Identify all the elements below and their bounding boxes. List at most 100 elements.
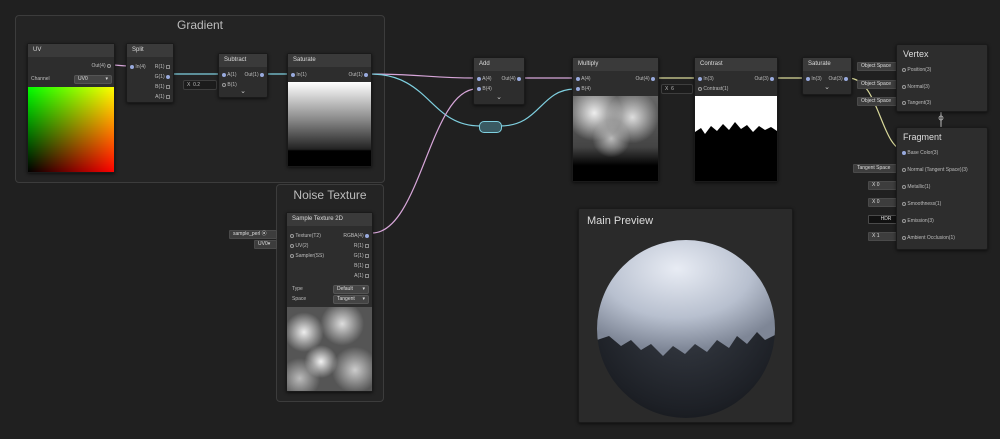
sample-rgba-port[interactable]: RGBA(4) <box>343 233 369 240</box>
fragment-metallic-port[interactable]: Metallic(1) <box>902 184 930 191</box>
port-square-icon[interactable] <box>365 273 369 278</box>
multiply-a-port[interactable]: A(4) <box>576 76 591 83</box>
saturate-node-2[interactable]: Saturate In(3) Out(3) ⌄ <box>802 57 852 95</box>
sample-uv-port[interactable]: UV(2) <box>290 243 308 250</box>
sample-b-port[interactable]: B(1) <box>354 263 369 270</box>
saturate2-in-port[interactable]: In(3) <box>806 76 822 83</box>
in-port-dot-icon[interactable] <box>902 235 906 240</box>
out-port-dot-icon[interactable] <box>364 72 368 77</box>
saturate2-out-port[interactable]: Out(3) <box>828 76 848 83</box>
texture-input-field[interactable]: sample_perl ⦿ <box>229 230 277 239</box>
in-port-dot-icon[interactable] <box>290 253 294 258</box>
out-port-dot-icon[interactable] <box>365 233 369 238</box>
port-square-icon[interactable] <box>166 94 170 99</box>
uv-out-port[interactable]: Out(4) <box>91 63 111 70</box>
subtract-out-port[interactable]: Out(1) <box>244 72 264 79</box>
uv-node[interactable]: UV Out(4) Channel UV0 ▾ <box>27 43 115 173</box>
in-port-dot-icon[interactable] <box>130 64 134 69</box>
subtract-node[interactable]: Subtract A(1) B(1) Out(1) ⌄ <box>218 53 268 98</box>
vertex-tangent-port[interactable]: Tangent(3) <box>902 100 931 107</box>
out-port-dot-icon[interactable] <box>260 72 264 77</box>
sample-texture-2d-node[interactable]: Sample Texture 2D Texture(T2) UV(2) Samp… <box>286 212 373 392</box>
sample-texture-port[interactable]: Texture(T2) <box>290 233 321 240</box>
multiply-out-port[interactable]: Out(4) <box>635 76 655 83</box>
in-port-dot-icon[interactable] <box>902 218 906 223</box>
fragment-emission-port[interactable]: Emission(3) <box>902 218 934 225</box>
main-preview-panel[interactable]: Main Preview <box>578 208 793 423</box>
split-node[interactable]: Split In(4) R(1) G(1) B(1) A(1) <box>126 43 174 103</box>
reroute-node[interactable] <box>479 121 502 133</box>
port-dot-icon[interactable] <box>166 74 170 79</box>
out-port-dot-icon[interactable] <box>844 76 848 81</box>
in-port-dot-icon[interactable] <box>902 167 906 172</box>
contrast-contrast-port[interactable]: Contrast(1) <box>698 86 728 93</box>
out-port-dot-icon[interactable] <box>107 63 111 68</box>
split-in-port[interactable]: In(4) <box>130 64 146 71</box>
sample-a-port[interactable]: A(1) <box>354 273 369 280</box>
preview-sphere[interactable] <box>597 240 775 418</box>
port-square-icon[interactable] <box>365 253 369 258</box>
contrast-value-field[interactable]: X 6 <box>661 84 693 94</box>
in-port-dot-icon[interactable] <box>222 82 226 87</box>
sample-r-port[interactable]: R(1) <box>354 243 369 250</box>
port-square-icon[interactable] <box>365 263 369 268</box>
in-port-dot-icon[interactable] <box>222 72 226 77</box>
in-port-dot-icon[interactable] <box>576 76 580 81</box>
in-port-dot-icon[interactable] <box>576 86 580 91</box>
in-port-dot-icon[interactable] <box>477 76 481 81</box>
add-out-port[interactable]: Out(4) <box>501 76 521 83</box>
out-port-dot-icon[interactable] <box>770 76 774 81</box>
fragment-normal-port[interactable]: Normal (Tangent Space)(3) <box>902 167 968 174</box>
subtract-b-field[interactable]: X 0.2 <box>183 80 217 90</box>
vertex-position-port[interactable]: Position(3) <box>902 67 931 74</box>
fragment-ao-port[interactable]: Ambient Occlusion(1) <box>902 235 955 242</box>
split-out-g[interactable]: G(1) <box>155 74 170 81</box>
in-port-dot-icon[interactable] <box>902 201 906 206</box>
port-square-icon[interactable] <box>166 64 170 69</box>
split-out-b[interactable]: B(1) <box>155 84 170 91</box>
fragment-basecolor-port[interactable]: Base Color(3) <box>902 150 938 157</box>
uv-channel-dropdown[interactable]: UV0 ▾ <box>74 75 112 84</box>
contrast-out-port[interactable]: Out(3) <box>754 76 774 83</box>
saturate1-in-port[interactable]: In(1) <box>291 72 307 79</box>
saturate-node-1[interactable]: Saturate In(1) Out(1) <box>287 53 372 167</box>
in-port-dot-icon[interactable] <box>290 243 294 248</box>
add-node[interactable]: Add A(4) B(4) Out(4) ⌄ <box>473 57 525 105</box>
multiply-node[interactable]: Multiply A(4) B(4) Out(4) <box>572 57 659 182</box>
split-out-r[interactable]: R(1) <box>155 64 170 71</box>
in-port-dot-icon[interactable] <box>291 72 295 77</box>
saturate1-out-port[interactable]: Out(1) <box>348 72 368 79</box>
chevron-down-icon[interactable]: ⌄ <box>236 87 250 95</box>
fragment-panel[interactable]: Fragment Base Color(3) Normal (Tangent S… <box>896 127 988 250</box>
in-port-dot-icon[interactable] <box>902 150 906 155</box>
port-square-icon[interactable] <box>166 84 170 89</box>
vertex-normal-port[interactable]: Normal(3) <box>902 84 930 91</box>
in-port-dot-icon[interactable] <box>902 84 906 89</box>
sample-g-port[interactable]: G(1) <box>354 253 369 260</box>
in-port-dot-icon[interactable] <box>806 76 810 81</box>
uv-input-field[interactable]: UV0▾ <box>254 240 277 249</box>
chevron-down-icon[interactable]: ⌄ <box>820 83 834 91</box>
out-port-dot-icon[interactable] <box>517 76 521 81</box>
contrast-node[interactable]: Contrast In(3) Contrast(1) Out(3) <box>694 57 778 182</box>
in-port-dot-icon[interactable] <box>902 184 906 189</box>
in-port-dot-icon[interactable] <box>902 67 906 72</box>
in-port-dot-icon[interactable] <box>902 100 906 105</box>
sample-type-dropdown[interactable]: Default ▾ <box>333 285 369 294</box>
in-port-dot-icon[interactable] <box>698 86 702 91</box>
vertex-panel[interactable]: Vertex Position(3) Normal(3) Tangent(3) <box>896 44 988 112</box>
in-port-dot-icon[interactable] <box>698 76 702 81</box>
chevron-down-icon[interactable]: ⌄ <box>492 93 506 101</box>
multiply-b-port[interactable]: B(4) <box>576 86 591 93</box>
in-port-dot-icon[interactable] <box>477 86 481 91</box>
add-b-port[interactable]: B(4) <box>477 86 492 93</box>
subtract-b-port[interactable]: B(1) <box>222 82 237 89</box>
add-a-port[interactable]: A(4) <box>477 76 492 83</box>
sample-space-dropdown[interactable]: Tangent ▾ <box>333 295 369 304</box>
out-port-dot-icon[interactable] <box>651 76 655 81</box>
fragment-smoothness-port[interactable]: Smoothness(1) <box>902 201 941 208</box>
port-square-icon[interactable] <box>365 243 369 248</box>
subtract-a-port[interactable]: A(1) <box>222 72 237 79</box>
split-out-a[interactable]: A(1) <box>155 94 170 101</box>
contrast-in-port[interactable]: In(3) <box>698 76 714 83</box>
